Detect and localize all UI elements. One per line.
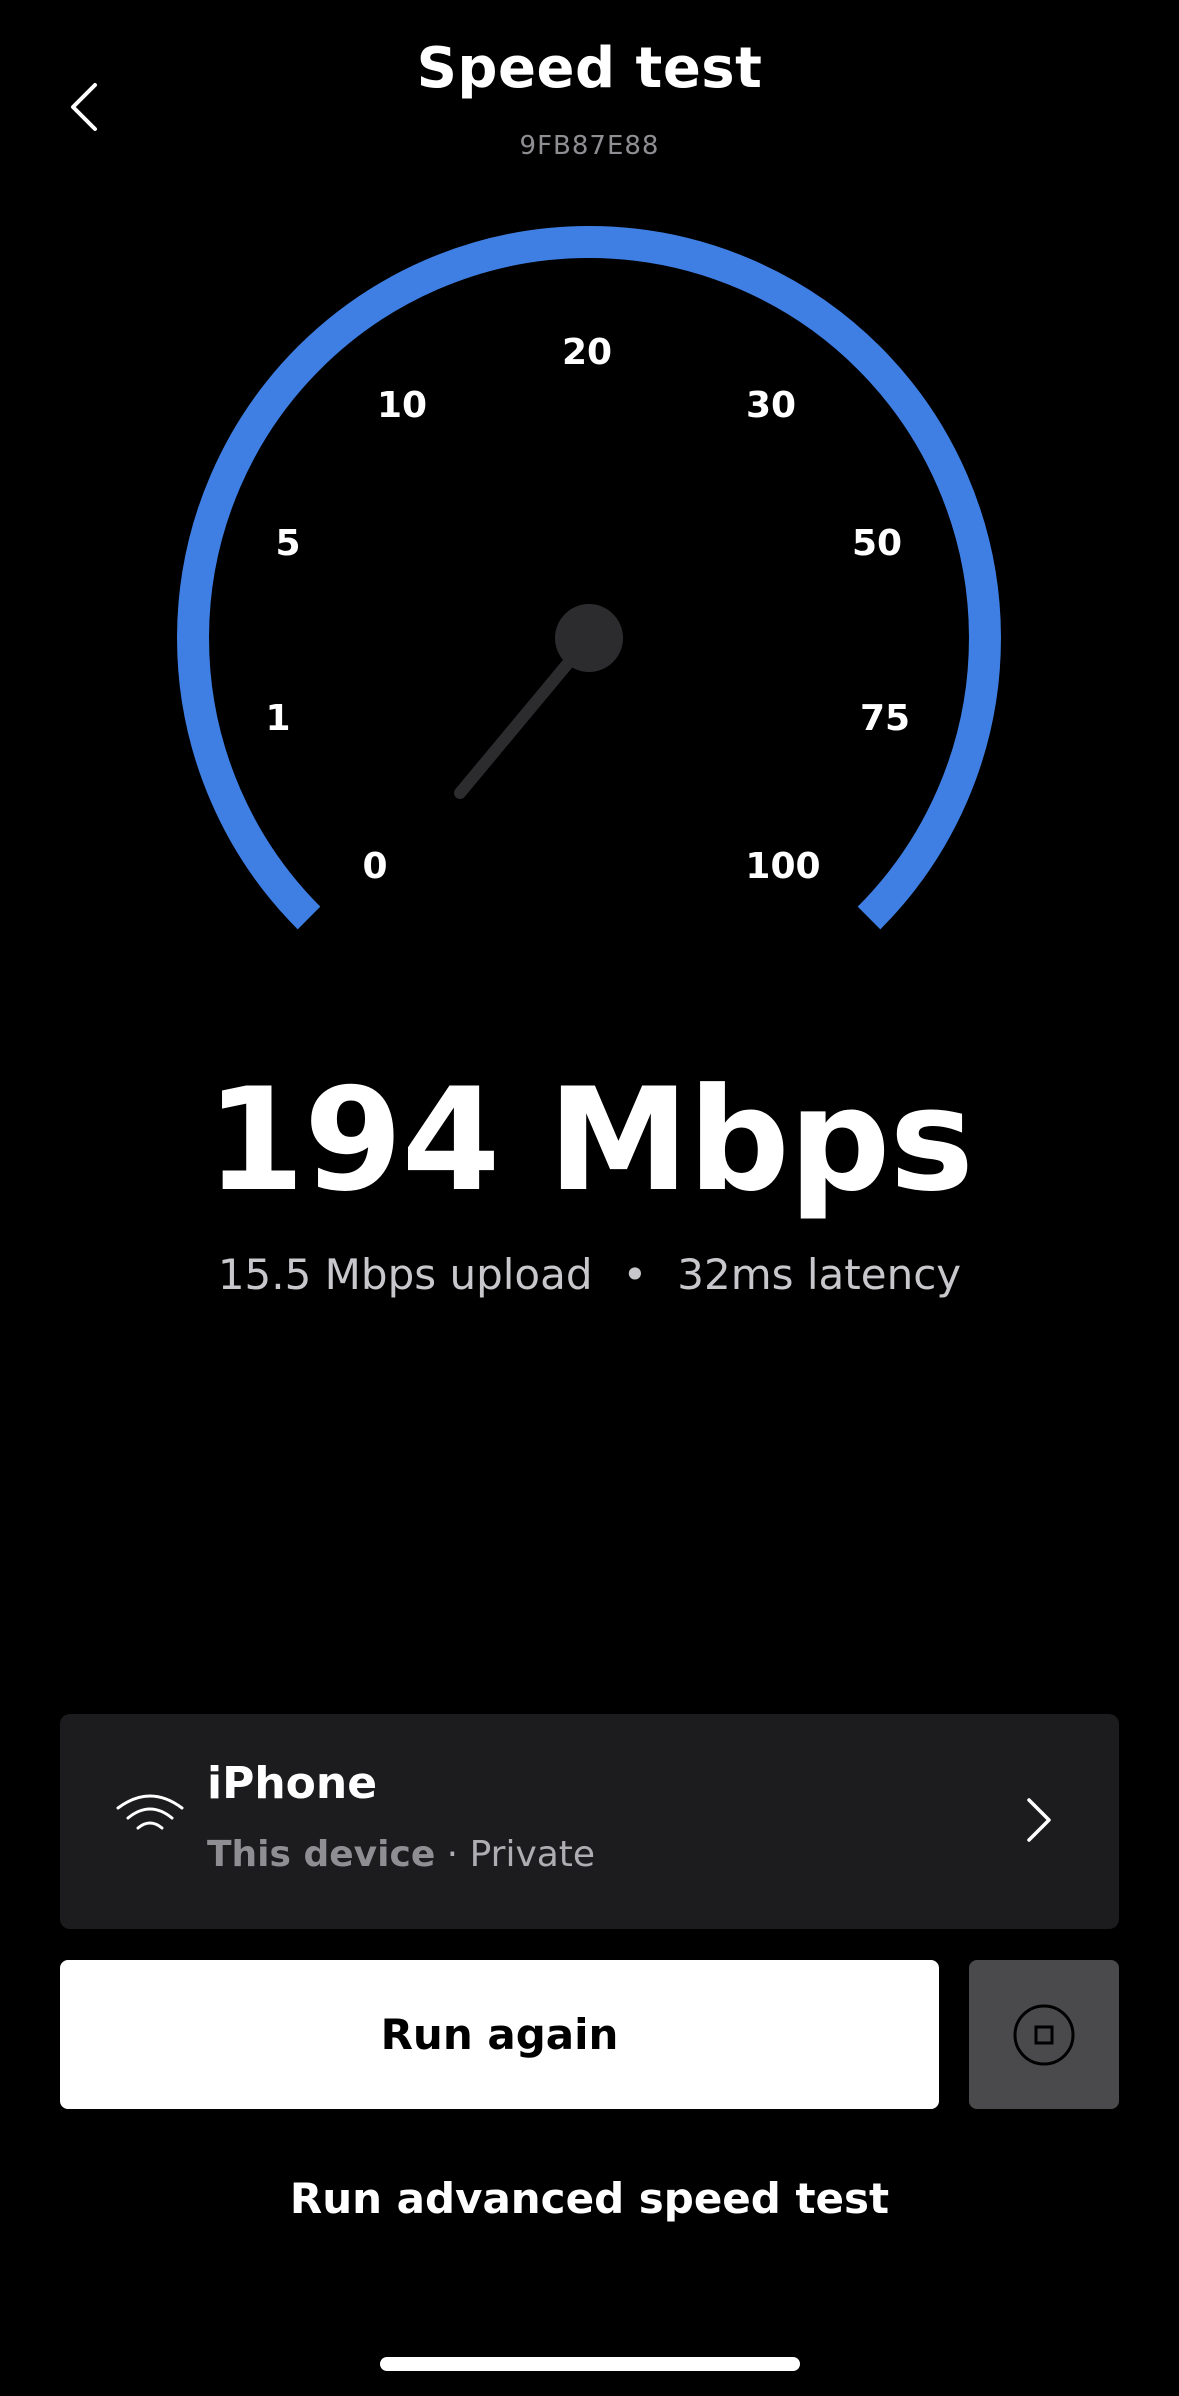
device-subtitle-primary: This device <box>207 1834 436 1875</box>
gauge-tick-label: 75 <box>860 698 910 739</box>
speed-gauge: 0 1 5 10 20 30 50 75 100 <box>177 226 1001 930</box>
chevron-right-icon <box>1027 1798 1051 1842</box>
stop-button[interactable] <box>969 1960 1119 2109</box>
device-subtitle-secondary: · Private <box>435 1834 596 1875</box>
device-subtitle: This device · Private <box>207 1834 595 1875</box>
gauge-tick-label: 0 <box>362 846 387 887</box>
latency: 32ms latency <box>677 1250 962 1299</box>
stats-separator: • <box>622 1250 648 1299</box>
speed-stats: 15.5 Mbps upload • 32ms latency <box>0 1250 1179 1299</box>
gauge-tick-label: 10 <box>377 385 427 426</box>
gauge-tick-label: 50 <box>852 523 902 564</box>
device-card[interactable]: iPhone This device · Private <box>60 1714 1119 1929</box>
home-indicator <box>380 2357 800 2371</box>
stop-icon <box>1013 2004 1075 2065</box>
gauge-tick-label: 20 <box>562 332 612 373</box>
gauge-tick-label: 30 <box>746 385 796 426</box>
gauge-tick-label: 1 <box>265 698 290 739</box>
gauge-tick-label: 5 <box>275 523 300 564</box>
wifi-icon <box>116 1794 184 1830</box>
run-advanced-speed-test-link[interactable]: Run advanced speed test <box>0 2174 1179 2223</box>
download-speed: 194 Mbps <box>206 1058 974 1223</box>
gauge-needle-hub <box>555 604 623 672</box>
upload-speed: 15.5 Mbps upload <box>217 1250 593 1299</box>
run-again-button[interactable]: Run again <box>60 1960 939 2109</box>
gauge-tick-label: 100 <box>745 846 820 887</box>
device-name: iPhone <box>207 1758 378 1809</box>
